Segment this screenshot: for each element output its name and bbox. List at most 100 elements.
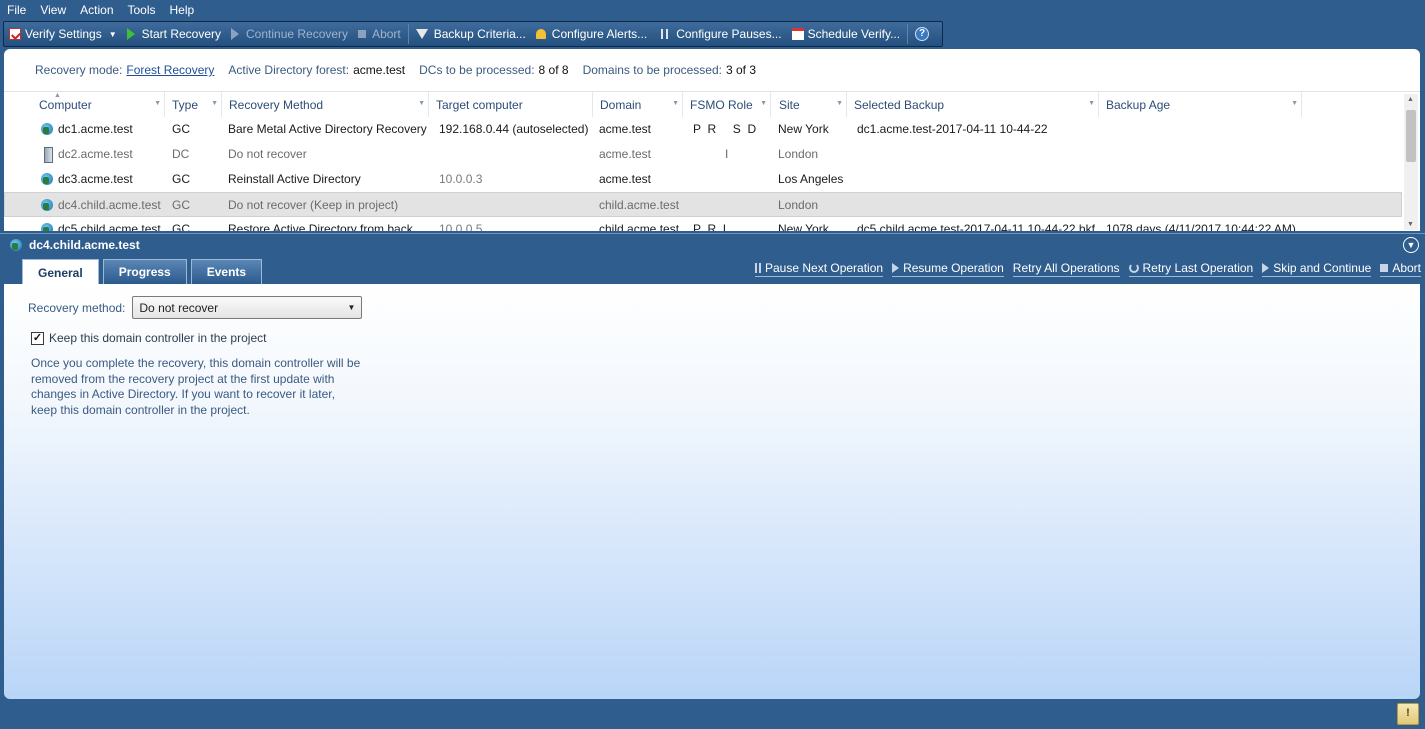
cell-site: New York	[778, 122, 829, 136]
cell-domain: acme.test	[599, 122, 652, 136]
scroll-up-icon[interactable]: ▲	[1407, 96, 1414, 103]
table-row[interactable]: dc2.acme.test DC Do not recover acme.tes…	[4, 142, 1402, 167]
filter-dropdown-icon: ▼	[760, 100, 767, 107]
column-header-selected-backup[interactable]: Selected Backup ▼	[850, 92, 1099, 117]
tower-server-icon	[41, 147, 54, 163]
abort-operation-button[interactable]: Abort	[1380, 261, 1421, 277]
cell-domain: child.acme.test	[599, 222, 680, 231]
verify-settings-label: Verify Settings	[25, 27, 102, 41]
toolbar-separator	[907, 24, 909, 44]
continue-recovery-button[interactable]: Continue Recovery	[226, 23, 353, 45]
scrollbar-thumb[interactable]	[1406, 110, 1416, 162]
configure-pauses-button[interactable]: Configure Pauses...	[652, 23, 786, 45]
tab-progress[interactable]: Progress	[102, 259, 187, 284]
grid-scrollbar[interactable]: ▲ ▼	[1404, 94, 1418, 230]
filter-dropdown-icon: ▼	[672, 100, 679, 107]
menu-file[interactable]: File	[0, 3, 33, 17]
cell-computer: dc4.child.acme.test	[41, 193, 166, 218]
cell-site: Los Angeles	[778, 172, 844, 186]
filter-icon	[415, 29, 428, 39]
continue-recovery-label: Continue Recovery	[246, 27, 349, 41]
pause-icon	[661, 29, 669, 39]
retry-icon	[1128, 263, 1139, 273]
scroll-down-icon[interactable]: ▼	[1407, 221, 1414, 228]
globe-server-icon	[41, 222, 54, 231]
configure-pauses-label: Configure Pauses...	[676, 27, 782, 41]
column-header-backup-age[interactable]: Backup Age ▼	[1102, 92, 1302, 117]
cell-fsmo-role: P R I	[693, 222, 727, 231]
column-header-domain[interactable]: Domain ▼	[596, 92, 683, 117]
keep-in-project-row: ✓ Keep this domain controller in the pro…	[31, 331, 266, 345]
cell-recovery-method: Do not recover	[228, 147, 307, 161]
column-header-target-computer[interactable]: Target computer	[432, 92, 593, 117]
domains-label: Domains to be processed:	[582, 63, 722, 77]
recovery-method-select[interactable]: Do not recover ▼	[132, 296, 363, 319]
tab-general[interactable]: General	[22, 259, 99, 285]
column-header-fsmo-role[interactable]: FSMO Role ▼	[686, 92, 771, 117]
help-icon: ?	[915, 27, 930, 41]
abort-button[interactable]: Abort	[353, 23, 406, 45]
menu-help[interactable]: Help	[163, 3, 202, 17]
table-row[interactable]: dc3.acme.test GC Reinstall Active Direct…	[4, 167, 1402, 192]
table-row[interactable]: dc1.acme.test GC Bare Metal Active Direc…	[4, 117, 1402, 142]
filter-dropdown-icon: ▼	[1088, 100, 1095, 107]
operation-actions: Pause Next Operation Resume Operation Re…	[755, 261, 1421, 362]
skip-and-continue-button[interactable]: Skip and Continue	[1262, 261, 1372, 277]
cell-type: GC	[172, 198, 190, 212]
filter-dropdown-icon: ▼	[836, 100, 843, 107]
column-header-type[interactable]: Type ▼	[168, 92, 222, 117]
detail-title: dc4.child.acme.test	[29, 237, 140, 252]
cell-recovery-method: Restore Active Directory from back...	[228, 222, 423, 231]
menu-action[interactable]: Action	[73, 3, 120, 17]
schedule-verify-button[interactable]: Schedule Verify...	[787, 23, 906, 45]
play-icon	[126, 28, 135, 40]
pause-icon	[755, 263, 761, 273]
cell-recovery-method: Bare Metal Active Directory Recovery	[228, 122, 427, 136]
backup-criteria-button[interactable]: Backup Criteria...	[411, 23, 531, 45]
chevron-down-icon: ▼	[347, 303, 356, 312]
configure-alerts-label: Configure Alerts...	[551, 27, 648, 41]
detail-title-bar: dc4.child.acme.test ▼	[0, 233, 1425, 255]
forest-value: acme.test	[353, 63, 406, 77]
cell-selected-backup: dc5.child.acme.test-2017-04-11 10-44-22.…	[857, 222, 1095, 231]
menu-tools[interactable]: Tools	[121, 3, 163, 17]
retry-all-operations-button[interactable]: Retry All Operations	[759, 261, 1120, 362]
column-header-recovery-method[interactable]: Recovery Method ▼	[225, 92, 429, 117]
column-header-computer[interactable]: Computer ▼	[35, 92, 165, 117]
cell-recovery-method: Do not recover (Keep in project)	[228, 198, 399, 212]
recovery-mode-label: Recovery mode:	[35, 63, 123, 77]
domains-value: 3 of 3	[725, 63, 756, 77]
play-icon	[231, 28, 239, 40]
calendar-icon	[791, 28, 804, 40]
start-recovery-button[interactable]: Start Recovery	[122, 23, 226, 45]
keep-in-project-label: Keep this domain controller in the proje…	[49, 331, 267, 345]
bell-icon	[535, 29, 546, 39]
menu-bar: File View Action Tools Help	[0, 0, 1425, 20]
warning-icon[interactable]	[1397, 703, 1419, 725]
verify-settings-button[interactable]: Verify Settings ▼	[4, 23, 122, 45]
pause-next-operation-button[interactable]: Pause Next Operation	[755, 261, 884, 277]
domain-controllers-grid: ▲ Computer ▼ Type ▼ Recovery Method ▼ Targe…	[4, 91, 1420, 231]
table-row[interactable]: dc5.child.acme.test GC Restore Active Di…	[4, 217, 1402, 231]
menu-view[interactable]: View	[33, 3, 73, 17]
filter-dropdown-icon: ▼	[211, 100, 218, 107]
filter-dropdown-icon: ▼	[418, 100, 425, 107]
recovery-method-value: Do not recover	[139, 300, 219, 315]
cell-fsmo-role: I	[725, 147, 729, 161]
forest-label: Active Directory forest:	[228, 63, 350, 77]
retry-last-operation-button[interactable]: Retry Last Operation	[1128, 261, 1254, 277]
column-header-site[interactable]: Site ▼	[775, 92, 847, 117]
tab-events[interactable]: Events	[190, 259, 263, 284]
keep-in-project-checkbox[interactable]: ✓	[31, 331, 44, 345]
collapse-icon[interactable]: ▼	[1403, 237, 1419, 253]
configure-alerts-button[interactable]: Configure Alerts...	[531, 23, 652, 45]
cell-computer: dc5.child.acme.test	[41, 217, 166, 231]
cell-selected-backup: dc1.acme.test-2017-04-11 10-44-22	[857, 122, 1048, 136]
cell-site: London	[778, 147, 819, 161]
cell-target-computer: 192.168.0.44 (autoselected)	[439, 122, 589, 136]
table-row-selected[interactable]: dc4.child.acme.test GC Do not recover (K…	[4, 192, 1402, 217]
recovery-mode-link[interactable]: Forest Recovery	[126, 63, 214, 77]
resume-operation-button[interactable]: Resume Operation	[892, 261, 1004, 277]
help-button[interactable]: ?	[910, 23, 934, 45]
abort-label: Abort	[372, 27, 401, 41]
